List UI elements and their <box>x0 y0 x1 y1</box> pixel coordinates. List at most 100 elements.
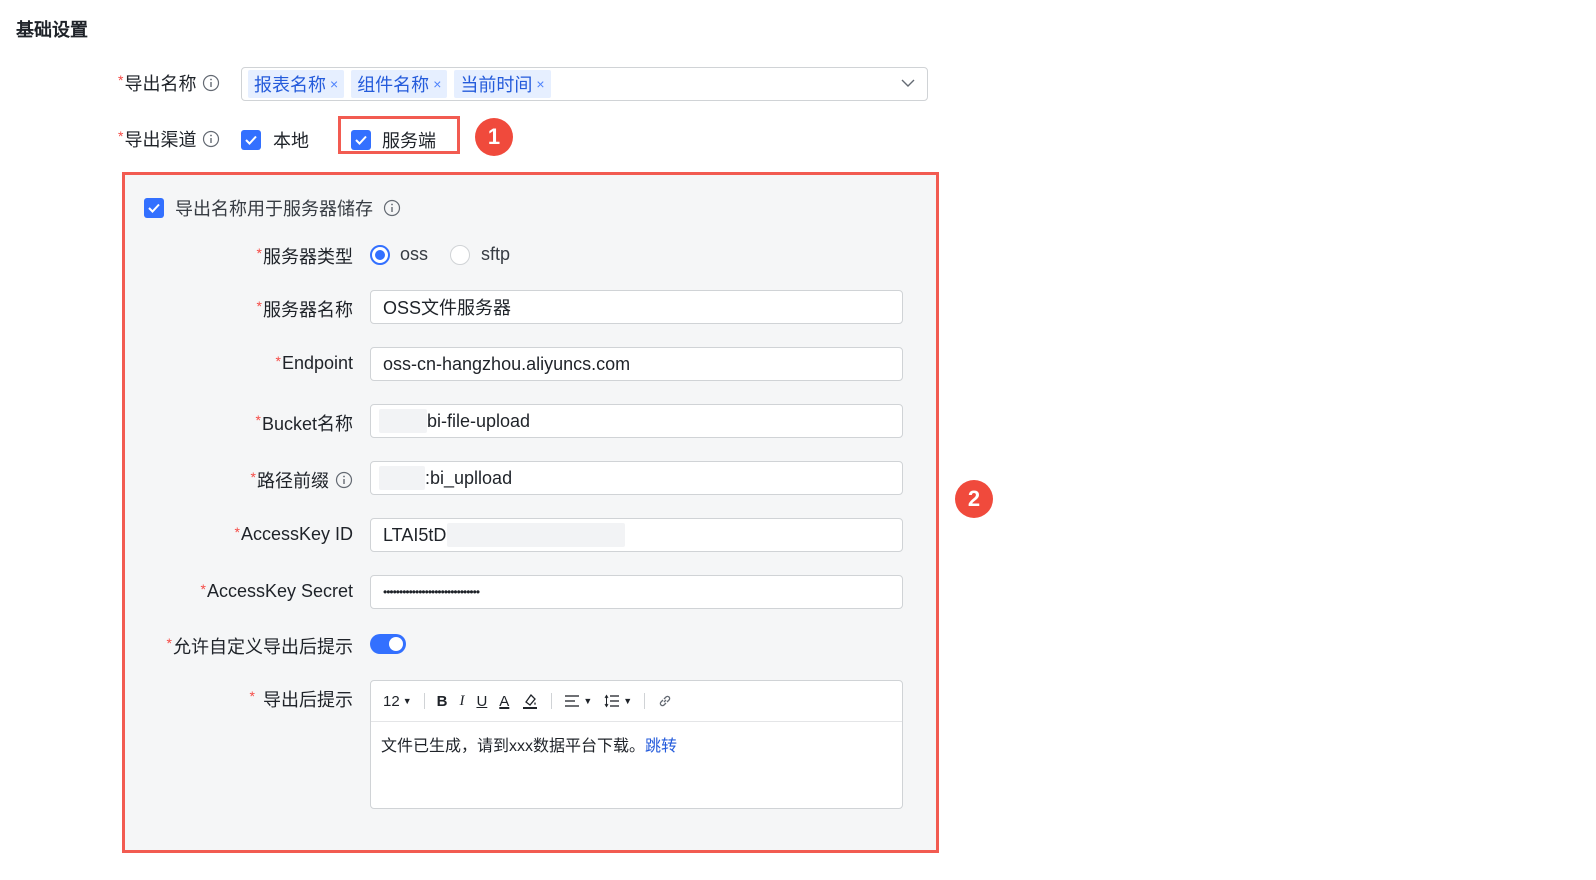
server-name-label: * 服务器名称 <box>257 296 353 322</box>
toolbar-divider <box>551 693 553 709</box>
access-key-id-value: LTAI5tD <box>383 524 447 545</box>
caret-down-icon: ▼ <box>623 696 633 706</box>
access-key-id-label: * AccessKey ID <box>235 524 354 545</box>
redacted-mask <box>447 523 626 547</box>
highlight-color-icon[interactable] <box>521 692 539 710</box>
access-key-secret-label: * AccessKey Secret <box>200 581 353 602</box>
toolbar-divider <box>423 693 425 709</box>
editor-content[interactable]: 文件已生成，请到xxx数据平台下载。跳转 <box>371 722 902 766</box>
editor-content-text: 文件已生成，请到xxx数据平台下载。 <box>381 738 646 755</box>
endpoint-label: * Endpoint <box>275 353 353 374</box>
checkbox-checked-icon[interactable] <box>144 198 164 218</box>
tag-remove-icon[interactable]: × <box>330 76 338 92</box>
callout-badge-1: 1 <box>475 118 513 156</box>
redacted-mask <box>379 466 425 490</box>
tag-label: 组件名称 <box>357 75 430 95</box>
align-icon[interactable]: ▼ <box>564 694 592 708</box>
export-tip-label-text: 导出后提示 <box>263 690 353 710</box>
bucket-value: bi-file-upload <box>427 410 531 431</box>
channel-local-checkbox[interactable]: 本地 <box>241 127 309 153</box>
tag-current-time: 当前时间 × <box>454 70 551 98</box>
export-name-select[interactable]: 报表名称 × 组件名称 × 当前时间 × <box>241 67 928 101</box>
use-name-label: 导出名称用于服务器储存 <box>175 199 373 219</box>
channel-server-label: 服务端 <box>382 131 436 151</box>
allow-custom-tip-label-text: 允许自定义导出后提示 <box>173 637 353 657</box>
caret-down-icon: ▼ <box>402 696 412 706</box>
link-icon[interactable] <box>657 693 673 709</box>
access-key-id-input[interactable]: LTAI5tD <box>370 518 903 552</box>
path-prefix-input[interactable]: :bi_uplload <box>370 461 903 495</box>
tag-remove-icon[interactable]: × <box>433 76 441 92</box>
allow-custom-tip-label: * 允许自定义导出后提示 <box>167 633 353 659</box>
endpoint-value: oss-cn-hangzhou.aliyuncs.com <box>383 353 631 374</box>
export-tip-label: * 导出后提示 <box>250 686 353 712</box>
server-name-label-text: 服务器名称 <box>263 300 353 320</box>
radio-sftp[interactable]: sftp <box>450 244 510 265</box>
access-key-secret-value: •••••••••••••••••••••••••••••• <box>383 585 480 599</box>
access-key-secret-label-text: AccessKey Secret <box>206 581 353 601</box>
required-mark: * <box>256 245 262 261</box>
channel-server-checkbox[interactable]: 服务端 <box>351 127 436 153</box>
caret-down-icon: ▼ <box>583 696 593 706</box>
export-name-label: * 导出名称 <box>118 70 220 96</box>
callout-badge-2: 2 <box>955 480 993 518</box>
bold-icon[interactable]: B <box>437 693 448 710</box>
radio-unselected-icon[interactable] <box>450 244 470 265</box>
required-mark: * <box>256 298 262 314</box>
required-mark: * <box>118 128 124 144</box>
section-title: 基础设置 <box>16 20 88 40</box>
server-name-value: OSS文件服务器 <box>383 298 512 318</box>
toolbar-divider <box>644 693 646 709</box>
endpoint-input[interactable]: oss-cn-hangzhou.aliyuncs.com <box>370 347 903 381</box>
redacted-mask <box>379 409 427 433</box>
server-type-label: * 服务器类型 <box>257 243 353 269</box>
bucket-input[interactable]: bi-file-upload <box>370 404 903 438</box>
path-prefix-value: :bi_uplload <box>425 467 513 488</box>
chevron-down-icon[interactable] <box>901 78 915 88</box>
export-tip-editor[interactable]: 12 ▼ B I U A ▼ ▼ 文件已生成，请到xxx数据平台下载。跳转 <box>370 680 903 809</box>
required-mark: * <box>118 72 124 88</box>
checkbox-checked-icon[interactable] <box>241 130 261 150</box>
radio-selected-icon[interactable] <box>370 244 390 265</box>
required-mark: * <box>200 580 206 597</box>
required-mark: * <box>234 523 240 540</box>
required-mark: * <box>250 469 256 485</box>
radio-oss-label: oss <box>400 244 429 264</box>
info-icon[interactable] <box>335 471 353 489</box>
info-icon[interactable] <box>383 199 401 217</box>
required-mark: * <box>166 635 172 651</box>
line-height-icon[interactable]: ▼ <box>604 694 632 708</box>
info-icon[interactable] <box>202 74 220 92</box>
export-name-label-text: 导出名称 <box>124 74 197 94</box>
bucket-label: * Bucket名称 <box>256 410 353 436</box>
italic-icon[interactable]: I <box>459 693 464 710</box>
use-name-checkbox[interactable]: 导出名称用于服务器储存 <box>144 195 401 221</box>
info-icon[interactable] <box>202 130 220 148</box>
tag-label: 当前时间 <box>460 75 533 95</box>
endpoint-label-text: Endpoint <box>281 353 353 373</box>
bucket-label-text: Bucket名称 <box>261 414 353 434</box>
font-color-icon[interactable]: A <box>499 693 509 710</box>
required-mark: * <box>275 352 281 369</box>
tag-label: 报表名称 <box>254 75 326 95</box>
tag-report-name: 报表名称 × <box>248 70 345 98</box>
allow-custom-tip-toggle[interactable] <box>370 634 406 654</box>
server-name-input[interactable]: OSS文件服务器 <box>370 290 903 324</box>
tag-remove-icon[interactable]: × <box>536 76 544 92</box>
radio-sftp-label: sftp <box>481 244 511 264</box>
underline-icon[interactable]: U <box>476 693 487 710</box>
font-size-select[interactable]: 12 ▼ <box>383 693 412 710</box>
checkbox-checked-icon[interactable] <box>351 130 371 150</box>
channel-local-label: 本地 <box>273 131 309 151</box>
radio-oss[interactable]: oss <box>370 244 428 265</box>
path-prefix-label: * 路径前缀 <box>251 467 353 493</box>
font-size-value: 12 <box>383 692 400 710</box>
path-prefix-label-text: 路径前缀 <box>257 471 329 491</box>
access-key-id-label-text: AccessKey ID <box>240 524 353 544</box>
access-key-secret-input[interactable]: •••••••••••••••••••••••••••••• <box>370 575 903 609</box>
tag-component-name: 组件名称 × <box>351 70 448 98</box>
server-type-label-text: 服务器类型 <box>263 247 353 267</box>
editor-content-link[interactable]: 跳转 <box>645 738 677 755</box>
export-channel-label: * 导出渠道 <box>118 126 220 152</box>
editor-toolbar: 12 ▼ B I U A ▼ ▼ <box>371 681 902 722</box>
